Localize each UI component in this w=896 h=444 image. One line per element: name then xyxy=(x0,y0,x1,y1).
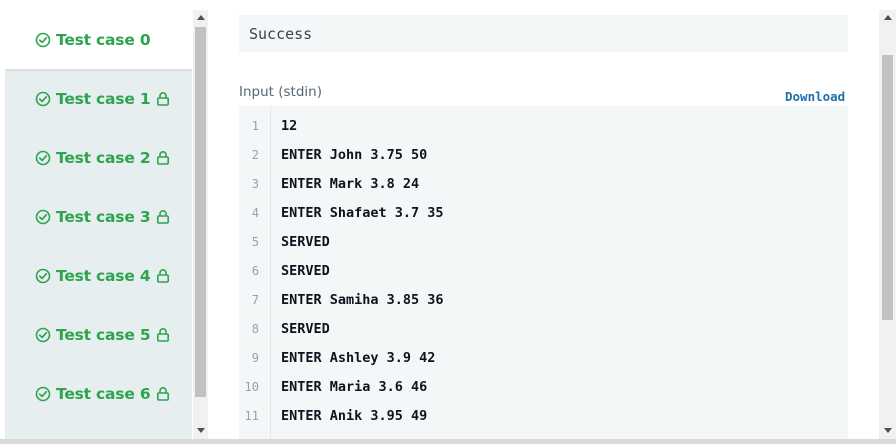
lock-icon xyxy=(157,151,170,165)
lock-icon xyxy=(157,387,170,401)
code-line: ENTER Maria 3.6 46 xyxy=(281,379,428,395)
page-scrollbar-thumb[interactable] xyxy=(882,55,893,320)
line-number: 5 xyxy=(251,235,259,249)
check-circle-icon xyxy=(35,32,51,47)
page-scrollbar[interactable] xyxy=(879,10,896,439)
test-case-detail: Success Input (stdin) Download 1 12 2 EN… xyxy=(209,10,879,439)
code-line: SERVED xyxy=(281,234,330,250)
check-circle-icon xyxy=(35,386,51,401)
compiler-message: Success xyxy=(249,25,313,43)
code-line: ENTER Anik 3.95 49 xyxy=(281,408,428,424)
check-circle-icon xyxy=(35,209,51,224)
test-case-tab-2[interactable]: Test case 2 xyxy=(5,128,192,187)
scroll-down-arrow-icon[interactable] xyxy=(197,428,205,433)
lock-icon xyxy=(157,210,170,224)
window-bottom-edge xyxy=(0,439,896,444)
code-line: ENTER Mark 3.8 24 xyxy=(281,176,420,192)
scroll-down-arrow-icon[interactable] xyxy=(884,428,892,433)
download-link[interactable]: Download xyxy=(785,89,845,104)
check-circle-icon xyxy=(35,327,51,342)
sidebar-scrollbar[interactable] xyxy=(193,10,208,439)
test-case-tab-6[interactable]: Test case 6 xyxy=(5,364,192,423)
scroll-up-arrow-icon[interactable] xyxy=(884,15,892,20)
line-number: 4 xyxy=(251,206,259,220)
lock-icon xyxy=(157,92,170,106)
lock-icon xyxy=(157,269,170,283)
code-line: SERVED xyxy=(281,321,330,337)
test-case-tab-1[interactable]: Test case 1 xyxy=(5,69,192,128)
sidebar-scrollbar-thumb[interactable] xyxy=(195,27,206,397)
test-case-label: Test case 4 xyxy=(56,266,151,285)
test-case-label: Test case 1 xyxy=(56,89,151,108)
code-line: ENTER Shafaet 3.7 35 xyxy=(281,205,444,221)
line-number: 6 xyxy=(251,264,259,278)
code-line: 12 xyxy=(281,118,298,134)
test-case-tab-0[interactable]: Test case 0 xyxy=(5,10,192,69)
test-case-tab-3[interactable]: Test case 3 xyxy=(5,187,192,246)
input-label: Input (stdin) xyxy=(239,84,322,100)
line-number: 3 xyxy=(251,177,259,191)
test-case-label: Test case 0 xyxy=(56,30,151,49)
test-case-tab-4[interactable]: Test case 4 xyxy=(5,246,192,305)
code-line: ENTER John 3.75 50 xyxy=(281,147,428,163)
test-case-label: Test case 6 xyxy=(56,384,151,403)
line-number: 7 xyxy=(251,293,259,307)
line-number: 9 xyxy=(251,351,259,365)
code-line: SERVED xyxy=(281,263,330,279)
check-circle-icon xyxy=(35,268,51,283)
test-case-tab-5[interactable]: Test case 5 xyxy=(5,305,192,364)
lock-icon xyxy=(157,328,170,342)
line-number: 1 xyxy=(251,119,259,133)
check-circle-icon xyxy=(35,91,51,106)
check-circle-icon xyxy=(35,150,51,165)
code-line: ENTER Samiha 3.85 36 xyxy=(281,292,444,308)
stdin-code-block: 1 12 2 ENTER John 3.75 50 3 ENTER Mark 3… xyxy=(239,106,848,439)
test-case-list: Test case 0 Test case 1 Test case 2 Test… xyxy=(5,10,192,439)
code-line: ENTER Ashley 3.9 42 xyxy=(281,350,436,366)
line-number: 2 xyxy=(251,148,259,162)
test-case-label: Test case 2 xyxy=(56,148,151,167)
compiler-message-box: Success xyxy=(239,15,848,52)
line-number: 8 xyxy=(251,322,259,336)
line-number: 11 xyxy=(244,409,259,423)
test-case-label: Test case 3 xyxy=(56,207,151,226)
test-case-label: Test case 5 xyxy=(56,325,151,344)
scroll-up-arrow-icon[interactable] xyxy=(197,15,205,20)
line-number: 10 xyxy=(244,380,259,394)
